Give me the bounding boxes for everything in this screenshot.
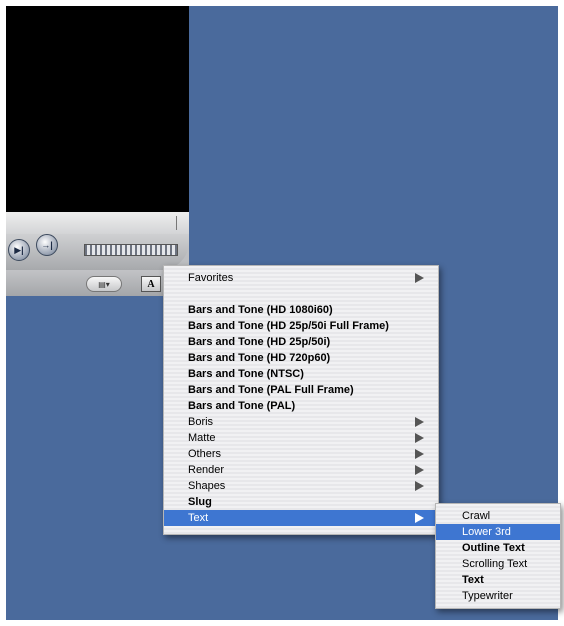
menu-item-label: Text [188, 512, 209, 524]
submenu-item-outline-text[interactable]: Outline Text [436, 540, 560, 556]
film-strip-icon: ▤▾ [98, 279, 110, 289]
menu-item-boris[interactable]: Boris [164, 414, 438, 430]
play-in-to-out-glyph: ▶| [14, 244, 24, 255]
recent-clips-button[interactable]: ▤▾ [86, 276, 122, 292]
menu-item-bars-hd-720p60[interactable]: Bars and Tone (HD 720p60) [164, 350, 438, 366]
menu-item-label: Boris [188, 416, 214, 428]
menu-item-label: Shapes [188, 480, 226, 492]
submenu-arrow-icon [415, 433, 424, 443]
play-in-to-out-icon[interactable]: ▶| [8, 239, 30, 261]
submenu-item-text[interactable]: Text [436, 572, 560, 588]
menu-item-bars-ntsc[interactable]: Bars and Tone (NTSC) [164, 366, 438, 382]
submenu-arrow-icon [415, 465, 424, 475]
generator-icon: A [147, 278, 155, 290]
submenu-item-crawl[interactable]: Crawl [436, 508, 560, 524]
scrubber-bar[interactable] [6, 212, 189, 235]
menu-item-label: Typewriter [462, 590, 513, 602]
submenu-arrow-icon [415, 417, 424, 427]
menu-item-label: Favorites [188, 272, 234, 284]
menu-item-others[interactable]: Others [164, 446, 438, 462]
submenu-arrow-icon [415, 449, 424, 459]
generator-button[interactable]: A [141, 276, 161, 292]
playhead-marker[interactable] [176, 216, 177, 230]
menu-item-label: Bars and Tone (HD 25p/50i Full Frame) [188, 320, 389, 332]
menu-item-text[interactable]: Text [164, 510, 438, 526]
video-canvas [6, 6, 189, 212]
menu-item-shapes[interactable]: Shapes [164, 478, 438, 494]
menu-item-bars-hd-1080i60[interactable]: Bars and Tone (HD 1080i60) [164, 302, 438, 318]
jog-control[interactable] [84, 244, 178, 256]
go-to-out-icon[interactable]: →| [36, 234, 58, 256]
menu-item-bars-hd-25p-50i[interactable]: Bars and Tone (HD 25p/50i) [164, 334, 438, 350]
menu-item-label: Bars and Tone (NTSC) [188, 368, 304, 380]
menu-item-label: Others [188, 448, 222, 460]
submenu-item-scrolling-text[interactable]: Scrolling Text [436, 556, 560, 572]
menu-item-bars-pal[interactable]: Bars and Tone (PAL) [164, 398, 438, 414]
viewer-bottom-controls: ▤▾ A [6, 270, 189, 296]
submenu-arrow-icon [415, 481, 424, 491]
menu-item-favorites[interactable]: Favorites [164, 270, 438, 286]
menu-item-label: Lower 3rd [462, 526, 511, 538]
menu-item-label: Bars and Tone (HD 25p/50i) [188, 336, 331, 348]
menu-item-label: Crawl [462, 510, 491, 522]
menu-item-matte[interactable]: Matte [164, 430, 438, 446]
submenu-arrow-icon [415, 513, 424, 523]
menu-item-label: Scrolling Text [462, 558, 528, 570]
viewer-window: ▶| →| ▤▾ A [6, 6, 189, 296]
generator-menu: Favorites Bars and Tone (HD 1080i60) Bar… [163, 265, 439, 535]
submenu-item-lower-3rd[interactable]: Lower 3rd [436, 524, 560, 540]
menu-item-label: Render [188, 464, 225, 476]
menu-item-label: Bars and Tone (PAL Full Frame) [188, 384, 354, 396]
menu-item-slug[interactable]: Slug [164, 494, 438, 510]
menu-item-bars-pal-full-frame[interactable]: Bars and Tone (PAL Full Frame) [164, 382, 438, 398]
menu-item-label: Outline Text [462, 542, 525, 554]
menu-item-label: Bars and Tone (PAL) [188, 400, 296, 412]
submenu-arrow-icon [415, 273, 424, 283]
go-to-out-glyph: →| [41, 240, 53, 250]
text-submenu: Crawl Lower 3rd Outline Text Scrolling T… [435, 503, 561, 609]
menu-item-bars-hd-25p-50i-full-frame[interactable]: Bars and Tone (HD 25p/50i Full Frame) [164, 318, 438, 334]
menu-item-label: Bars and Tone (HD 720p60) [188, 352, 331, 364]
menu-item-label: Text [462, 574, 484, 586]
menu-item-label: Slug [188, 496, 212, 508]
menu-item-label: Matte [188, 432, 216, 444]
menu-item-render[interactable]: Render [164, 462, 438, 478]
menu-item-label: Bars and Tone (HD 1080i60) [188, 304, 333, 316]
submenu-item-typewriter[interactable]: Typewriter [436, 588, 560, 604]
